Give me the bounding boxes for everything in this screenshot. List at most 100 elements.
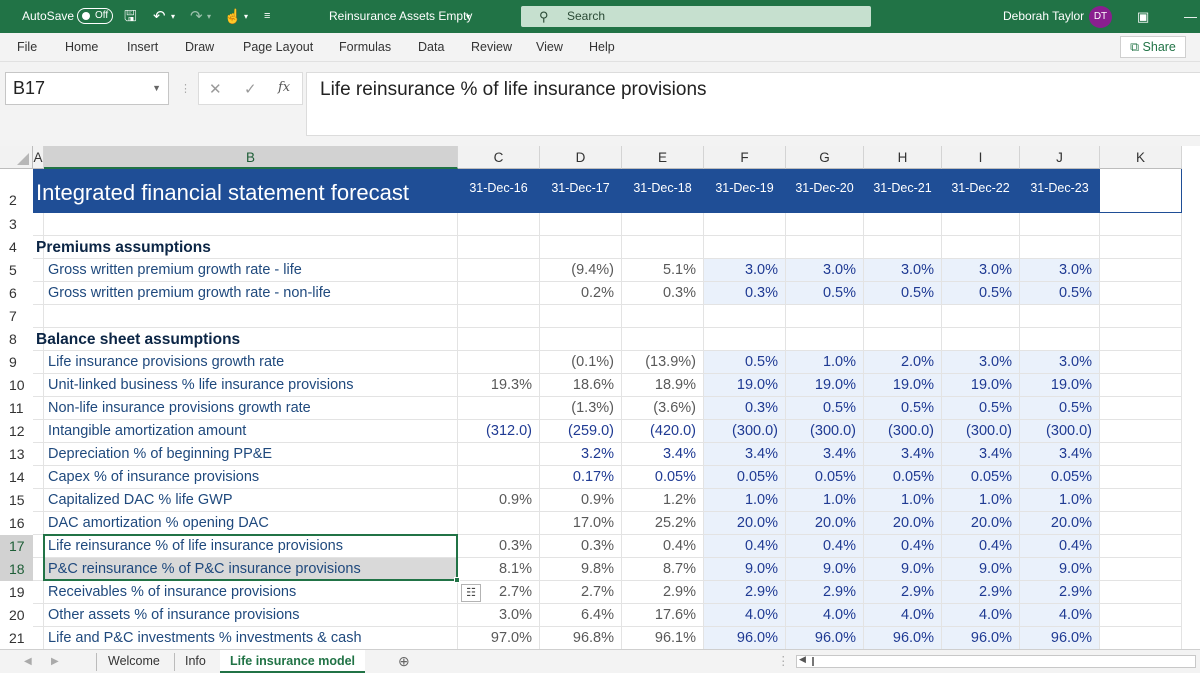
value-cell[interactable]: 18.6% — [540, 374, 622, 397]
label-cell[interactable]: P&C reinsurance % of P&C insurance provi… — [44, 558, 458, 581]
empty-cell[interactable] — [942, 305, 1020, 328]
value-cell[interactable]: 3.0% — [458, 604, 540, 627]
empty-cell[interactable] — [458, 236, 540, 259]
value-cell[interactable]: (420.0) — [622, 420, 704, 443]
row-header[interactable]: 3 — [0, 213, 33, 236]
value-cell[interactable]: 3.0% — [1020, 351, 1100, 374]
next-sheet-icon[interactable]: ▶ — [51, 650, 59, 673]
column-header-e[interactable]: E — [622, 146, 704, 169]
empty-cell[interactable] — [1100, 558, 1182, 581]
row-header[interactable]: 12 — [0, 420, 33, 443]
value-cell[interactable]: 2.9% — [864, 581, 942, 604]
empty-cell[interactable] — [786, 236, 864, 259]
label-cell[interactable]: Life reinsurance % of life insurance pro… — [44, 535, 458, 558]
value-cell[interactable]: 3.4% — [622, 443, 704, 466]
value-cell[interactable]: 3.0% — [786, 259, 864, 282]
label-cell[interactable]: Receivables % of insurance provisions — [44, 581, 458, 604]
empty-cell[interactable] — [864, 305, 942, 328]
value-cell[interactable]: 0.17% — [540, 466, 622, 489]
column-header-f[interactable]: F — [704, 146, 786, 169]
empty-cell[interactable] — [1100, 581, 1182, 604]
value-cell[interactable]: 0.05% — [864, 466, 942, 489]
value-cell[interactable]: 25.2% — [622, 512, 704, 535]
value-cell[interactable]: 19.0% — [1020, 374, 1100, 397]
value-cell[interactable]: 0.3% — [704, 282, 786, 305]
value-cell[interactable]: 3.4% — [942, 443, 1020, 466]
value-cell[interactable]: 19.0% — [786, 374, 864, 397]
empty-cell[interactable] — [33, 443, 44, 466]
empty-cell[interactable] — [1100, 328, 1182, 351]
empty-cell[interactable] — [1100, 236, 1182, 259]
value-cell[interactable]: 96.0% — [704, 627, 786, 649]
empty-cell[interactable] — [622, 236, 704, 259]
formula-bar-grip-icon[interactable]: ⋮ — [180, 82, 191, 95]
value-cell[interactable]: 0.3% — [704, 397, 786, 420]
value-cell[interactable]: 0.5% — [864, 282, 942, 305]
empty-cell[interactable] — [1100, 604, 1182, 627]
value-cell[interactable]: 3.4% — [1020, 443, 1100, 466]
value-cell[interactable]: 0.5% — [786, 282, 864, 305]
row-header[interactable]: 19 — [0, 581, 33, 604]
insert-function-icon[interactable]: fx — [278, 80, 290, 95]
value-cell[interactable]: 0.4% — [704, 535, 786, 558]
value-cell[interactable]: 19.3% — [458, 374, 540, 397]
value-cell[interactable]: (3.6%) — [622, 397, 704, 420]
empty-cell[interactable] — [622, 328, 704, 351]
value-cell[interactable]: 20.0% — [942, 512, 1020, 535]
value-cell[interactable]: (312.0) — [458, 420, 540, 443]
value-cell[interactable]: 0.5% — [786, 397, 864, 420]
label-cell[interactable] — [44, 305, 458, 328]
empty-cell[interactable] — [1100, 351, 1182, 374]
value-cell[interactable]: 96.8% — [540, 627, 622, 649]
quick-analysis-icon[interactable]: ☷ — [461, 584, 481, 602]
value-cell[interactable]: 17.6% — [622, 604, 704, 627]
row-header[interactable]: 17 — [0, 535, 33, 558]
value-cell[interactable]: 3.4% — [704, 443, 786, 466]
date-header-cell[interactable]: 31-Dec-20 — [786, 169, 864, 213]
value-cell[interactable]: 0.3% — [458, 535, 540, 558]
cancel-icon[interactable]: ✕ — [209, 80, 222, 98]
search-input[interactable]: ⚲ Search — [521, 6, 871, 27]
empty-cell[interactable] — [540, 236, 622, 259]
label-cell[interactable] — [44, 213, 458, 236]
label-cell[interactable]: Life insurance provisions growth rate — [44, 351, 458, 374]
empty-cell[interactable] — [33, 535, 44, 558]
label-cell[interactable]: Gross written premium growth rate - non-… — [44, 282, 458, 305]
value-cell[interactable]: 4.0% — [864, 604, 942, 627]
empty-cell[interactable] — [458, 213, 540, 236]
redo-icon[interactable]: ↷ — [190, 0, 203, 33]
horizontal-scrollbar[interactable]: ◀ — [796, 654, 1196, 668]
tab-data[interactable]: Data — [418, 33, 444, 62]
touch-mode-icon[interactable]: ☝ — [224, 0, 241, 33]
row-header[interactable]: 21 — [0, 627, 33, 649]
date-header-cell[interactable]: 31-Dec-17 — [540, 169, 622, 213]
empty-cell[interactable] — [33, 397, 44, 420]
row-header[interactable]: 14 — [0, 466, 33, 489]
empty-cell[interactable] — [33, 351, 44, 374]
empty-cell[interactable] — [942, 236, 1020, 259]
value-cell[interactable]: 9.0% — [942, 558, 1020, 581]
value-cell[interactable]: 0.4% — [942, 535, 1020, 558]
value-cell[interactable]: 0.4% — [622, 535, 704, 558]
empty-cell[interactable] — [458, 512, 540, 535]
value-cell[interactable]: 9.0% — [864, 558, 942, 581]
value-cell[interactable]: 2.7% — [540, 581, 622, 604]
value-cell[interactable]: 0.4% — [864, 535, 942, 558]
tab-home[interactable]: Home — [65, 33, 98, 62]
value-cell[interactable]: 20.0% — [786, 512, 864, 535]
value-cell[interactable]: 3.0% — [942, 259, 1020, 282]
row-header[interactable]: 10 — [0, 374, 33, 397]
empty-cell[interactable] — [1100, 466, 1182, 489]
empty-cell[interactable] — [540, 213, 622, 236]
date-header-cell[interactable]: 31-Dec-18 — [622, 169, 704, 213]
value-cell[interactable]: (300.0) — [704, 420, 786, 443]
empty-cell[interactable] — [864, 328, 942, 351]
sheet-tab-welcome[interactable]: Welcome — [108, 650, 160, 673]
value-cell[interactable]: 0.05% — [622, 466, 704, 489]
date-header-cell[interactable]: 31-Dec-22 — [942, 169, 1020, 213]
value-cell[interactable]: 20.0% — [864, 512, 942, 535]
empty-cell[interactable] — [33, 374, 44, 397]
tab-help[interactable]: Help — [589, 33, 615, 62]
empty-cell[interactable] — [1020, 305, 1100, 328]
empty-cell[interactable] — [33, 213, 44, 236]
